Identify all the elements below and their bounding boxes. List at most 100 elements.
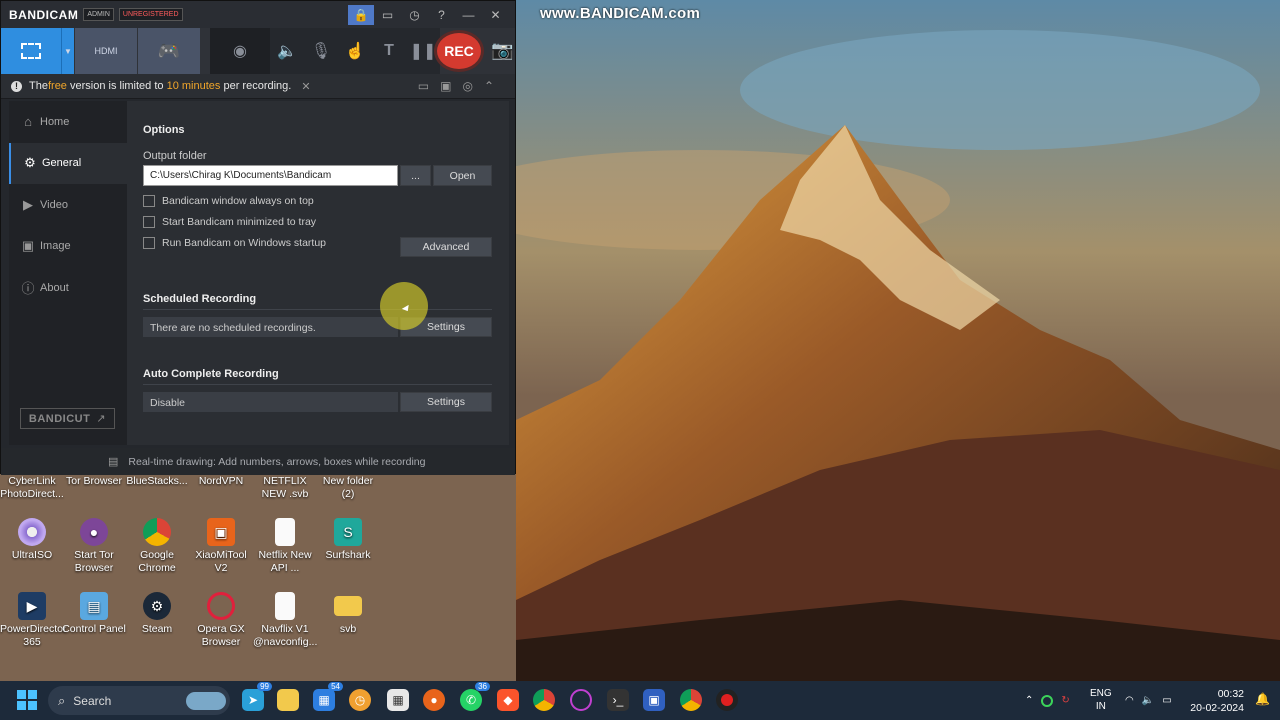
unregistered-badge[interactable]: UNREGISTERED [118, 8, 183, 21]
checkbox-always-on-top[interactable]: Bandicam window always on top [143, 195, 314, 207]
device-record-mode-button[interactable]: HDMI [75, 28, 137, 74]
windows-start-icon[interactable] [17, 690, 37, 710]
taskbar-search[interactable]: ⌕ Search [48, 686, 230, 715]
sidebar-item-about[interactable]: ⓘ About [9, 267, 127, 309]
network-app-taskbar-icon[interactable]: ▣ [643, 689, 665, 711]
screenshot-camera-icon[interactable]: 📷 [491, 40, 513, 61]
lock-icon[interactable]: 🔒 [348, 4, 374, 25]
chrome-taskbar-icon[interactable] [533, 689, 555, 711]
brave-taskbar-icon[interactable]: ◆ [497, 689, 519, 711]
folder-icon [334, 596, 362, 616]
desktop-icon-netflix-api[interactable]: Netflix New API ... [253, 518, 317, 575]
surfshark-icon: S [334, 518, 362, 546]
desktop-icon-cyberlink[interactable]: CyberLink PhotoDirect... [0, 475, 64, 501]
broadcast-icon[interactable]: ◎ [462, 79, 483, 93]
chevron-up-icon[interactable]: ⌃ [1025, 695, 1033, 706]
close-notice-icon[interactable]: ✕ [301, 80, 310, 93]
bandicam-taskbar-icon[interactable] [716, 689, 738, 711]
desktop-icon-svb[interactable]: svb [316, 592, 380, 636]
opera-taskbar-icon[interactable] [570, 689, 592, 711]
terminal-taskbar-icon[interactable]: ›_ [607, 689, 629, 711]
green-status-icon[interactable] [1041, 694, 1054, 707]
minimize-icon[interactable]: — [455, 8, 482, 22]
firefox-taskbar-icon[interactable]: ● [423, 689, 445, 711]
webcam-toggle[interactable]: ◉ [210, 28, 270, 74]
auto-complete-title: Auto Complete Recording [143, 368, 279, 380]
video-icon[interactable]: ▭ [418, 79, 440, 93]
gamepad-icon: 🎮 [157, 40, 181, 61]
desktop-icon-surfshark[interactable]: S Surfshark [316, 518, 380, 562]
desktop-icon-navflix[interactable]: Navflix V1 @navconfig... [253, 592, 317, 649]
desktop-icon-powerdirector[interactable]: ▶ PowerDirector 365 [0, 592, 67, 649]
file-explorer-taskbar-icon[interactable] [277, 689, 299, 711]
powerdirector-icon: ▶ [18, 592, 46, 620]
chrome-profile-taskbar-icon[interactable] [680, 689, 702, 711]
help-icon[interactable]: ? [428, 8, 455, 22]
open-folder-button[interactable]: Open [433, 165, 492, 186]
speaker-toggle[interactable]: 🔈 [270, 28, 304, 74]
chevron-down-icon: ▼ [64, 46, 72, 56]
desktop-icon-control-panel[interactable]: ▤ Control Panel [62, 592, 126, 636]
microphone-toggle[interactable]: 🎙 [304, 28, 338, 74]
store-taskbar-icon[interactable]: ▦ 54 [313, 682, 343, 711]
auto-complete-status: Disable [143, 392, 398, 412]
record-button[interactable]: REC [434, 30, 484, 72]
hdmi-icon: HDMI [94, 46, 118, 56]
cursor-click-icon: ☝ [345, 43, 365, 60]
collapse-icon[interactable]: ⌃ [484, 79, 505, 93]
desktop-icon-google-chrome[interactable]: Google Chrome [125, 518, 189, 575]
clock[interactable]: 00:32 20-02-2024 [1190, 687, 1244, 715]
clock-app-taskbar-icon[interactable]: ◷ [349, 689, 371, 711]
desktop-icon-ultraiso[interactable]: UltraISO [0, 518, 64, 562]
close-icon[interactable]: ✕ [482, 8, 509, 22]
info-icon: ! [11, 80, 22, 92]
desktop-icon-steam[interactable]: ⚙ Steam [125, 592, 189, 636]
free-version-notice: ! The free version is limited to 10 minu… [1, 74, 515, 99]
screen-record-mode-button[interactable] [1, 28, 61, 74]
battery-icon[interactable]: ▭ [1162, 695, 1171, 706]
tip-footer[interactable]: ▤ Real-time drawing: Add numbers, arrows… [1, 448, 515, 475]
divider [143, 384, 492, 385]
mouse-click-effect-button[interactable]: ☝ [338, 28, 372, 74]
auto-complete-settings-button[interactable]: Settings [400, 392, 492, 412]
image-icon[interactable]: ▣ [440, 79, 462, 93]
sidebar-item-video[interactable]: ▶ Video [9, 184, 127, 226]
bandicam-window: BANDICAM ADMIN UNREGISTERED 🔒 ▭ ◷ ? — ✕ … [0, 0, 516, 475]
disc-icon [18, 518, 46, 546]
folder-icon[interactable]: ▭ [374, 8, 401, 22]
sidebar-item-home[interactable]: ⌂ Home [9, 101, 127, 143]
desktop-icon-opera-gx[interactable]: Opera GX Browser [189, 592, 253, 649]
desktop-icon-bluestacks[interactable]: BlueStacks... [125, 475, 189, 488]
office-taskbar-icon[interactable]: ▦ [387, 689, 409, 711]
desktop-icon-new-folder[interactable]: New folder (2) [316, 475, 380, 501]
browse-folder-button[interactable]: ... [400, 165, 431, 186]
output-folder-input[interactable]: C:\Users\Chirag K\Documents\Bandicam [143, 165, 398, 186]
whatsapp-taskbar-icon[interactable]: ✆ 36 [460, 682, 490, 711]
clock-icon[interactable]: ◷ [401, 8, 428, 22]
volume-icon[interactable]: 🔈 [1142, 695, 1154, 706]
desktop-icon-start-tor[interactable]: ● Start Tor Browser [62, 518, 126, 575]
desktop-icon-nordvpn[interactable]: NordVPN [189, 475, 253, 488]
game-record-mode-button[interactable]: 🎮 [138, 28, 200, 74]
notification-bell-icon[interactable]: 🔔 [1255, 692, 1270, 706]
desktop-icon-xiaomitool[interactable]: ▣ XiaoMiTool V2 [189, 518, 253, 575]
checkbox-start-minimized[interactable]: Start Bandicam minimized to tray [143, 216, 316, 228]
free-link[interactable]: free [48, 80, 67, 92]
bandicut-button[interactable]: BANDICUT ↗ [20, 408, 115, 429]
checkbox-run-on-startup[interactable]: Run Bandicam on Windows startup [143, 237, 326, 249]
screen-mode-dropdown[interactable]: ▼ [61, 28, 74, 74]
external-link-icon: ↗ [96, 413, 107, 425]
search-highlight-icon [186, 691, 226, 710]
sidebar-item-image[interactable]: ▣ Image [9, 226, 127, 268]
desktop-icon-tor-browser[interactable]: Tor Browser [62, 475, 126, 488]
text-overlay-button[interactable]: T [372, 28, 406, 74]
sidebar-item-general[interactable]: ⚙ General [9, 142, 127, 184]
advanced-button[interactable]: Advanced [400, 237, 492, 257]
chat-icon: ▤ [108, 456, 119, 468]
wifi-icon[interactable]: ◠ [1125, 695, 1134, 706]
telegram-taskbar-icon[interactable]: ➤ 99 [242, 682, 272, 711]
desktop-icon-netflix-svb[interactable]: NETFLIX NEW .svb [253, 475, 317, 501]
sync-icon[interactable]: ↻ [1061, 695, 1069, 706]
language-indicator[interactable]: ENG IN [1090, 687, 1112, 713]
notice-tool-icons: ▭▣◎⌃ [418, 79, 505, 93]
